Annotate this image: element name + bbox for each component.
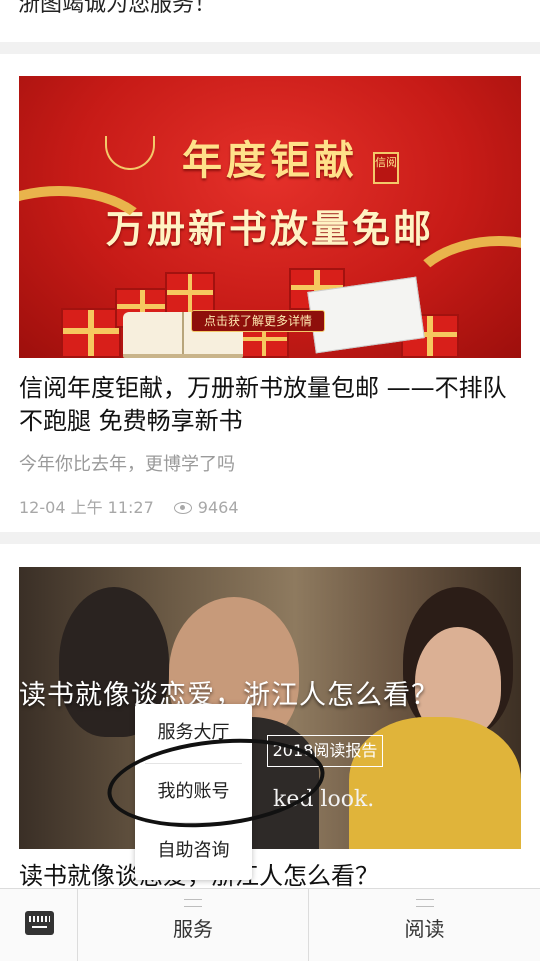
eye-icon <box>173 502 192 514</box>
header-partial-text: 浙图竭诚为您服务！ <box>18 0 217 17</box>
keyboard-icon <box>25 911 54 935</box>
ribbon-decoration <box>399 236 521 358</box>
tab-label: 阅读 <box>404 917 445 941</box>
article-subtitle: 今年你比去年，更博学了吗 <box>19 454 235 475</box>
gift-box-icon <box>61 308 121 358</box>
menu-item-self-help[interactable]: 自助咨询 <box>135 822 252 880</box>
bottom-menu-bar: 服务 阅读 <box>0 888 540 961</box>
keyboard-toggle-button[interactable] <box>0 889 78 961</box>
tab-service[interactable]: 服务 <box>78 889 309 961</box>
tab-read[interactable]: 阅读 <box>309 889 540 961</box>
article-meta: 12-04 上午 11:27 9464 <box>19 494 239 518</box>
article-cover-image[interactable]: 年度钜献 信阅 万册新书放量免邮 点击获了解更多详情 <box>19 76 521 358</box>
article-title[interactable]: 信阅年度钜献，万册新书放量包邮 ——不排队 不跑腿 免费畅享新书 <box>19 372 524 438</box>
section-divider <box>0 532 540 544</box>
cover-overlay-text: 读书就像谈恋爱，浙江人怎么看？ <box>19 680 439 711</box>
tab-label: 服务 <box>173 917 213 941</box>
menu-lines-icon <box>415 899 434 907</box>
publish-time: 12-04 上午 11:27 <box>19 498 154 517</box>
section-divider <box>0 42 540 54</box>
menu-lines-icon <box>184 899 202 907</box>
cover-cta-label: 点击获了解更多详情 <box>191 310 326 332</box>
seal-stamp: 信阅 <box>373 152 399 184</box>
cover-headline: 年度钜献 <box>182 137 358 184</box>
view-count: 9464 <box>197 498 239 517</box>
